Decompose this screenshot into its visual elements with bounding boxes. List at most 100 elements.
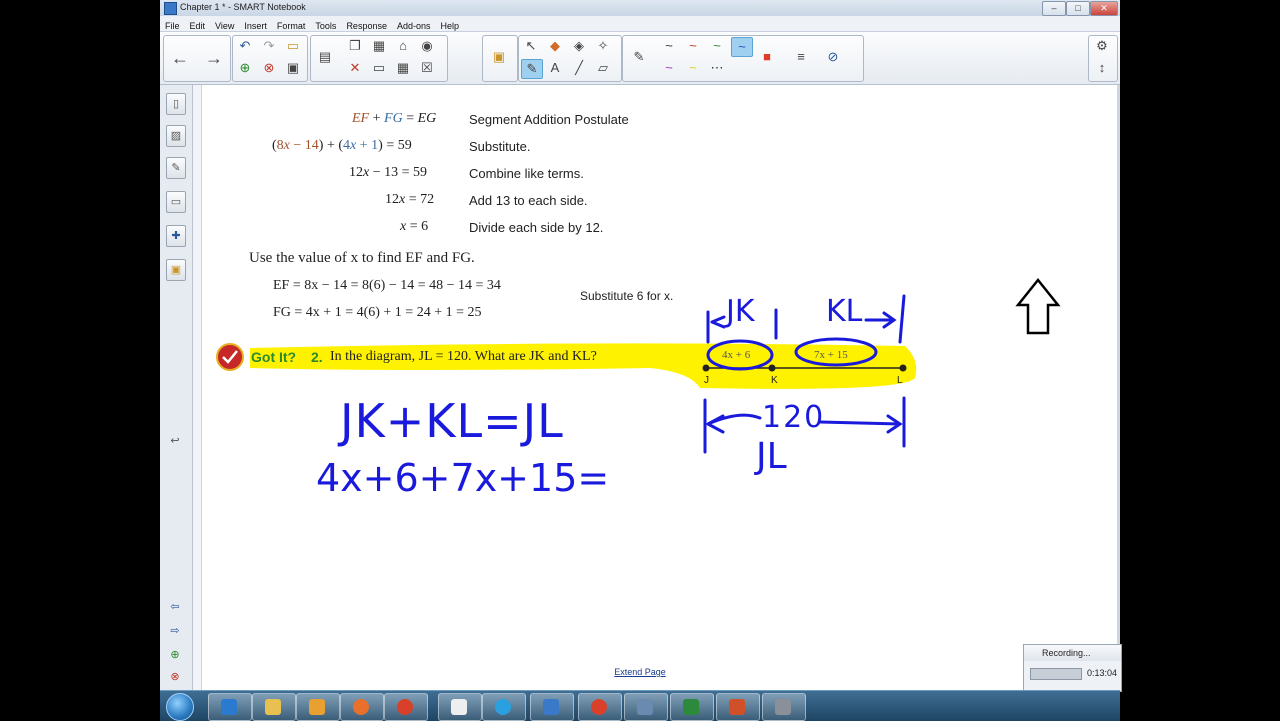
page-divider <box>193 85 202 690</box>
taskbar-calculator[interactable] <box>438 693 482 721</box>
taskbar-firefox[interactable] <box>340 693 384 721</box>
tool-icon <box>775 699 791 715</box>
menu-insert[interactable]: Insert <box>239 19 272 31</box>
smart-notebook-window: Chapter 1 * - SMART Notebook – □ ✕ File E… <box>160 0 1120 720</box>
add-page-icon[interactable]: ⊕ <box>235 59 255 77</box>
pen-green-icon[interactable]: ~ <box>707 37 727 55</box>
collapse-icon[interactable]: ↩ <box>166 431 184 451</box>
navigation-group: ← → <box>163 35 231 82</box>
link-icon[interactable]: ⊘ <box>823 48 843 66</box>
close-box-icon[interactable]: ☒ <box>417 59 437 77</box>
firefox-icon <box>353 699 369 715</box>
lock-icon[interactable]: ▣ <box>166 259 186 281</box>
document-camera-icon[interactable]: ⌂ <box>393 37 413 55</box>
chrome-icon <box>397 699 413 715</box>
taskbar-chrome[interactable] <box>384 693 428 721</box>
taskbar-tool[interactable] <box>762 693 806 721</box>
color-grid-icon[interactable]: ■ <box>757 48 777 66</box>
menu-add-ons[interactable]: Add-ons <box>392 19 436 31</box>
record-icon[interactable]: ◉ <box>417 37 437 55</box>
page-sorter-icon[interactable]: ▯ <box>166 93 186 115</box>
menu-edit[interactable]: Edit <box>185 19 211 31</box>
previous-page-icon[interactable]: ⇦ <box>166 597 184 617</box>
back-arrow-icon[interactable]: ← <box>170 49 190 67</box>
pen-purple-icon[interactable]: ~ <box>659 59 679 77</box>
delete-icon[interactable]: ✕ <box>345 59 365 77</box>
pen-styles-group: ✎ ~ ~ ~ ~ ~ ~ ⋯ ■ ≡ ⊘ <box>622 35 864 82</box>
line-properties-icon[interactable]: ≡ <box>791 48 811 66</box>
media-icon <box>309 699 325 715</box>
menu-tools[interactable]: Tools <box>310 19 341 31</box>
menu-format[interactable]: Format <box>272 19 311 31</box>
screen-shade-icon[interactable]: ▤ <box>315 48 335 66</box>
line-icon[interactable]: ╱ <box>569 59 589 77</box>
taskbar-explorer[interactable] <box>252 693 296 721</box>
notebook-icon <box>543 699 559 715</box>
undo-icon[interactable]: ↶ <box>235 37 255 55</box>
toolbar: ← → ↶ ↷ ▭ ⊕ ⊗ ▣ ▤ ❐ ▦ ⌂ ◉ ✕ ▭ ▦ ☒ ▣ ↖ ◆ <box>160 32 1120 85</box>
folder-icon <box>265 699 281 715</box>
save-icon[interactable]: ▣ <box>283 59 303 77</box>
paste-icon[interactable]: ❐ <box>345 37 365 55</box>
next-page-icon[interactable]: ⇨ <box>166 621 184 641</box>
menu-file[interactable]: File <box>160 19 185 31</box>
sidebar: ▯ ▨ ✎ ▭ ✚ ▣ ↩ ⇦ ⇨ ⊕ ⊗ <box>160 85 193 690</box>
menu-response[interactable]: Response <box>341 19 392 31</box>
screen-capture-icon[interactable]: ▦ <box>369 37 389 55</box>
pen-blue-icon[interactable]: ~ <box>731 37 753 57</box>
taskbar-remote[interactable] <box>624 693 668 721</box>
menu-view[interactable]: View <box>210 19 239 31</box>
recording-time: 0:13:04 <box>1086 668 1117 678</box>
open-folder-icon[interactable]: ▭ <box>283 37 303 55</box>
pen-dashed-icon[interactable]: ⋯ <box>707 59 727 77</box>
right-scrollbar[interactable] <box>1117 85 1120 690</box>
taskbar-skype[interactable] <box>482 693 526 721</box>
taskbar-excel[interactable] <box>670 693 714 721</box>
settings-group: ⚙ ↕ <box>1088 35 1118 82</box>
minimize-button[interactable]: – <box>1042 1 1066 16</box>
pen-yellow-icon[interactable]: ~ <box>683 59 703 77</box>
pen-red-icon[interactable]: ~ <box>683 37 703 55</box>
remote-icon <box>637 699 653 715</box>
window-title: Chapter 1 * - SMART Notebook <box>180 2 306 12</box>
attachments-icon[interactable]: ✎ <box>166 157 186 179</box>
pen-black-icon[interactable]: ~ <box>659 37 679 55</box>
delete-page-side-icon[interactable]: ⊗ <box>166 667 184 687</box>
taskbar-media[interactable] <box>296 693 340 721</box>
excel-icon <box>683 699 699 715</box>
pens-icon[interactable]: ✎ <box>521 59 543 79</box>
table-icon[interactable]: ▦ <box>393 59 413 77</box>
activity-builder-icon[interactable]: ▣ <box>489 48 509 66</box>
full-screen-icon[interactable]: ▭ <box>369 59 389 77</box>
taskbar-chrome-2[interactable] <box>578 693 622 721</box>
menu-help[interactable]: Help <box>436 19 465 31</box>
add-ons-icon[interactable]: ✚ <box>166 225 186 247</box>
taskbar-notebook[interactable] <box>530 693 574 721</box>
taskbar-ie[interactable] <box>208 693 252 721</box>
app-icon <box>164 2 177 15</box>
delete-page-icon[interactable]: ⊗ <box>259 59 279 77</box>
redo-icon[interactable]: ↷ <box>259 37 279 55</box>
shapes-icon[interactable]: ▱ <box>593 59 613 77</box>
close-button[interactable]: ✕ <box>1090 1 1118 16</box>
move-toolbar-icon[interactable]: ↕ <box>1092 59 1112 77</box>
powerpoint-icon <box>729 699 745 715</box>
recording-level-bar <box>1030 668 1082 680</box>
insert-group: ▤ ❐ ▦ ⌂ ◉ ✕ ▭ ▦ ☒ <box>310 35 448 82</box>
eraser-icon[interactable]: ◈ <box>569 37 589 55</box>
forward-arrow-icon[interactable]: → <box>204 49 224 67</box>
maximize-button[interactable]: □ <box>1066 1 1090 16</box>
taskbar-powerpoint[interactable] <box>716 693 760 721</box>
magic-pen-icon[interactable]: ✧ <box>593 37 613 55</box>
gear-icon[interactable]: ⚙ <box>1092 37 1112 55</box>
start-button[interactable] <box>166 693 194 721</box>
recording-title: Recording... <box>1042 648 1091 658</box>
text-icon[interactable]: A <box>545 59 565 77</box>
taskbar <box>160 690 1120 721</box>
properties-icon[interactable]: ▭ <box>166 191 186 213</box>
select-icon[interactable]: ↖ <box>521 37 541 55</box>
add-page-side-icon[interactable]: ⊕ <box>166 645 184 665</box>
fill-icon[interactable]: ◆ <box>545 37 565 55</box>
gallery-icon[interactable]: ▨ <box>166 125 186 147</box>
pen-icon[interactable]: ✎ <box>629 48 649 66</box>
